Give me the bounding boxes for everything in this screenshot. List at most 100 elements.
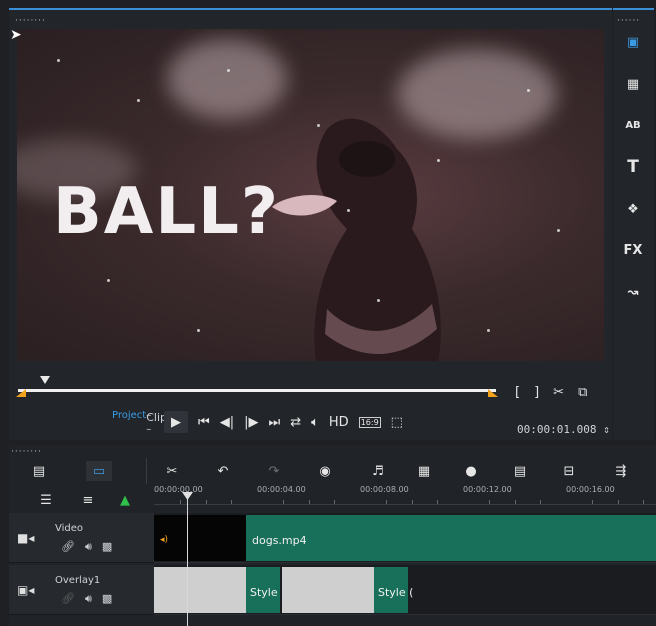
play-button[interactable]: ▶ <box>164 411 188 433</box>
transition-icon[interactable]: AB <box>619 113 647 137</box>
timeline-playhead[interactable] <box>187 497 188 626</box>
overlay-clip[interactable]: Style ( <box>246 567 285 613</box>
fit-project-icon[interactable]: ⇶ <box>608 461 634 481</box>
motion-tracking-icon[interactable]: ● <box>458 461 484 481</box>
ripple-edit-icon[interactable]: ▲ <box>112 490 138 510</box>
clip-name: Style ( <box>250 586 286 599</box>
ruler-label: 00:00:00.00 <box>154 485 203 494</box>
add-chapter-icon[interactable]: ≡ <box>75 490 101 510</box>
split-scissors-icon[interactable]: ✂ <box>553 385 564 400</box>
volume-icon[interactable]: 🔈︎ <box>311 415 319 430</box>
ruler-label: 00:00:04.00 <box>257 485 306 494</box>
mouse-cursor-icon: ➤ <box>10 27 22 43</box>
ruler-tick <box>540 500 541 504</box>
video-clip[interactable]: dogs.mp4 <box>246 515 656 561</box>
aspect-ratio-dropdown[interactable]: 16:9 <box>358 416 381 428</box>
overlay-track-icon: ▣◂ <box>17 583 35 597</box>
track-name: Overlay1 <box>55 575 101 586</box>
snow-particle <box>377 299 380 302</box>
scrub-head[interactable] <box>40 376 50 384</box>
clip-mode-button[interactable]: Clip – <box>112 411 167 437</box>
filter-fx-icon[interactable]: FX <box>619 238 647 262</box>
enlarge-preview-icon[interactable]: ⧉ <box>578 385 587 400</box>
track-manager-icon[interactable]: ☰ <box>33 490 59 510</box>
project-mode-label: Project <box>112 410 147 421</box>
play-icon: ▶ <box>171 414 181 430</box>
dog-image <box>272 118 441 361</box>
go-to-start-icon[interactable]: ⏮ <box>198 415 210 430</box>
track-lane[interactable]: ◂) dogs.mp4 <box>154 513 656 563</box>
mute-icon[interactable]: 🔊︎ <box>85 592 92 606</box>
link-icon[interactable]: 🔗︎ <box>61 592 75 606</box>
split-screen-icon[interactable]: ⊟ <box>556 461 582 481</box>
ripple-toggle-icon[interactable]: ▩ <box>102 592 112 606</box>
toolbar-customize-icon[interactable]: ✂ <box>159 461 185 481</box>
timeline-toolbar: ▤ ▭ ✂ ↶ ↷ ◉ ♬ ▦ ● ▤ ⊟ ⇶ <box>9 458 656 484</box>
subtitle-editor-icon[interactable]: ▤ <box>507 461 533 481</box>
ruler-label: 00:00:08.00 <box>360 485 409 494</box>
previous-frame-icon[interactable]: ◀| <box>220 415 234 430</box>
overlay-clip-thumbnail[interactable] <box>282 567 374 613</box>
scrub-track[interactable] <box>18 389 496 392</box>
snow-particle <box>437 159 440 162</box>
go-to-end-icon[interactable]: ⏭ <box>268 415 280 430</box>
snow-particle <box>227 69 230 72</box>
track-header[interactable]: ■◂ Video 🔗︎ 🔊︎ ▩ <box>9 513 154 563</box>
safe-area-dropdown-icon[interactable]: ⬚ <box>391 415 403 430</box>
media-library-icon[interactable]: ▣ <box>619 30 647 54</box>
clip-name: Style ( <box>378 586 414 599</box>
path-icon[interactable]: ↝ <box>619 280 647 304</box>
ruler-tick <box>180 500 181 504</box>
link-icon[interactable]: 🔗︎ <box>61 540 75 554</box>
timeline-view-icon[interactable]: ▭ <box>86 461 112 481</box>
timecode-display[interactable]: 00:00:01.008 ⇕ <box>517 423 610 436</box>
track-lane[interactable]: Style ( Style ( <box>154 565 656 615</box>
ripple-toggle-icon[interactable]: ▩ <box>102 540 112 554</box>
snow-particle <box>347 209 350 212</box>
video-clip-thumbnail[interactable]: ◂) <box>154 515 246 561</box>
overlay-clip[interactable]: Style ( <box>374 567 413 613</box>
ruler-tick <box>309 500 310 504</box>
project-clip-mode: Project– Clip – <box>112 409 167 437</box>
video-track: ■◂ Video 🔗︎ 🔊︎ ▩ ◂) dogs.mp4 <box>9 513 656 563</box>
overlay-track: ▣◂ Overlay1 🔗︎ 🔊︎ ▩ Style ( Style ( <box>9 565 656 615</box>
audio-icon: ◂) <box>160 535 169 545</box>
ruler-tick <box>231 500 232 504</box>
overlay-clip-thumbnail[interactable] <box>154 567 246 613</box>
mark-in-bracket-icon[interactable]: [ <box>515 385 520 400</box>
ruler-tick <box>386 500 387 504</box>
title-icon[interactable]: T <box>619 155 647 179</box>
ruler-tick <box>334 500 335 504</box>
mark-out-bracket-icon[interactable]: ] <box>534 385 539 400</box>
record-capture-icon[interactable]: ◉ <box>312 461 338 481</box>
redo-icon[interactable]: ↷ <box>261 461 287 481</box>
track-controls: 🔗︎ 🔊︎ ▩ <box>61 592 112 606</box>
multi-cam-icon[interactable]: ▦ <box>411 461 437 481</box>
panel-grip[interactable]: ········ <box>15 16 46 26</box>
storyboard-view-icon[interactable]: ▤ <box>26 461 52 481</box>
hd-preview-button[interactable]: HD <box>329 415 349 430</box>
panel-grip[interactable]: ······ <box>617 16 640 26</box>
library-toolbar: ······ ▣ ▦ AB T ❖ FX ↝ <box>613 8 654 440</box>
graphic-icon[interactable]: ❖ <box>619 197 647 221</box>
panel-grip[interactable]: ········ <box>11 447 42 457</box>
snow-particle <box>137 99 140 102</box>
timecode-value: 00:00:01.008 <box>517 423 597 436</box>
playback-controls: ▶ ⏮ ◀| |▶ ⏭ ⇄ 🔈︎ HD 16:9 ⬚ <box>164 411 403 433</box>
mute-icon[interactable]: 🔊︎ <box>85 540 92 554</box>
instant-project-icon[interactable]: ▦ <box>619 72 647 96</box>
ruler-tick <box>618 500 619 504</box>
overlay-title-text: BALL? <box>53 175 280 249</box>
sound-mixer-icon[interactable]: ♬ <box>365 461 391 481</box>
undo-icon[interactable]: ↶ <box>210 461 236 481</box>
repeat-icon[interactable]: ⇄ <box>290 415 301 430</box>
snow-particle <box>527 89 530 92</box>
next-frame-icon[interactable]: |▶ <box>244 415 258 430</box>
snow-particle <box>557 229 560 232</box>
snow-particle <box>317 124 320 127</box>
video-editor-window: ········ BALL? [] ✂ ⧉ Project– Clip – ▶… <box>0 0 656 626</box>
ruler-tick <box>206 500 207 504</box>
scrubber-bar[interactable] <box>16 376 498 402</box>
timeline-ruler[interactable]: 00:00:00.00 00:00:04.00 00:00:08.00 00:0… <box>154 485 656 505</box>
track-header[interactable]: ▣◂ Overlay1 🔗︎ 🔊︎ ▩ <box>9 565 154 615</box>
